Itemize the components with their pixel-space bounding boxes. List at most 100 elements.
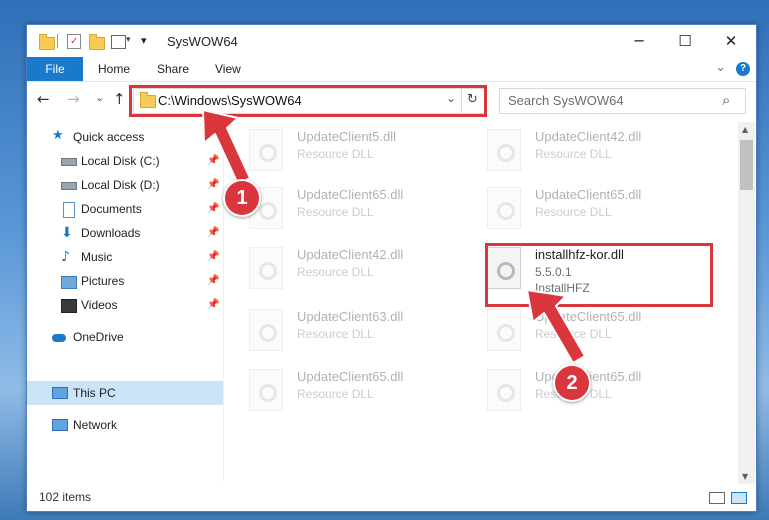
pin-icon[interactable]: 📌 [207, 293, 219, 317]
computer-icon [52, 387, 68, 399]
documents-icon [63, 202, 75, 218]
file-type: Resource DLL [535, 327, 612, 341]
sidebar-item-label: OneDrive [73, 330, 124, 344]
help-icon[interactable]: ? [736, 62, 750, 76]
sidebar-item-label: Documents [81, 202, 142, 216]
file-item[interactable]: UpdateClient65.dll Resource DLL [479, 183, 709, 239]
dll-file-icon [487, 129, 521, 171]
explorer-window: ✓ ▾ ▾ SysWOW64 ─ ☐ ✕ File Home Share Vie… [26, 24, 757, 512]
file-name: UpdateClient65.dll [297, 369, 404, 384]
new-folder-icon[interactable] [89, 34, 105, 50]
downloads-icon: ⬇ [61, 225, 73, 241]
cloud-icon [52, 334, 66, 342]
file-name: UpdateClient65.dll [297, 187, 404, 202]
sidebar-item-pictures[interactable]: Pictures 📌 [27, 269, 223, 293]
search-icon[interactable]: ⌕ [722, 91, 730, 109]
item-count: 102 items [39, 490, 92, 504]
window-title: SysWOW64 [167, 34, 238, 49]
sidebar-item-local-disk-d[interactable]: Local Disk (D:) 📌 [27, 173, 223, 197]
tab-file[interactable]: File [27, 57, 83, 81]
pin-icon[interactable]: 📌 [207, 197, 219, 221]
search-placeholder: Search SysWOW64 [508, 93, 624, 108]
close-button[interactable]: ✕ [708, 25, 754, 57]
quick-access-menu-icon[interactable]: ▾ [141, 34, 147, 47]
file-name: UpdateClient63.dll [297, 309, 404, 324]
drive-icon [61, 182, 77, 190]
file-type: Resource DLL [297, 327, 374, 341]
sidebar-item-label: Local Disk (C:) [81, 154, 160, 168]
sidebar-item-downloads[interactable]: ⬇ Downloads 📌 [27, 221, 223, 245]
ribbon: File Home Share View ⌄ ? [27, 57, 756, 82]
navigation-bar: ← → ⌄ ↑ C:\Windows\SysWOW64 ⌄ ↻ Search S… [27, 82, 756, 118]
maximize-button[interactable]: ☐ [662, 25, 708, 57]
step-badge-1: 1 [223, 179, 261, 217]
divider [57, 34, 58, 48]
pin-icon[interactable]: 📌 [207, 173, 219, 197]
sidebar-item-label: Videos [81, 298, 118, 312]
sidebar-item-label: Downloads [81, 226, 141, 240]
tab-home[interactable]: Home [98, 57, 130, 81]
dll-file-icon [487, 309, 521, 351]
scroll-down-icon[interactable]: ▼ [742, 472, 748, 481]
up-icon[interactable]: ↑ [113, 90, 126, 108]
dropdown-icon[interactable]: ▾ [126, 35, 131, 45]
dll-file-icon [487, 187, 521, 229]
expand-ribbon-icon[interactable]: ⌄ [715, 60, 726, 75]
file-item[interactable]: UpdateClient65.dll Resource DLL [479, 305, 709, 361]
file-type: Resource DLL [297, 147, 374, 161]
folder-icon [39, 34, 55, 50]
sidebar-item-music[interactable]: ♪ Music 📌 [27, 245, 223, 269]
sidebar-item-label: Local Disk (D:) [81, 178, 160, 192]
dll-file-icon [249, 309, 283, 351]
scroll-thumb[interactable] [740, 140, 753, 190]
pin-icon[interactable]: 📌 [207, 245, 219, 269]
tab-view[interactable]: View [215, 57, 241, 81]
customize-icon[interactable] [111, 35, 126, 49]
navigation-pane: ★ Quick access Local Disk (C:) 📌 Local D… [27, 122, 223, 482]
sidebar-item-this-pc[interactable]: This PC [27, 381, 223, 405]
address-highlight-box [129, 85, 487, 117]
sidebar-item-quick-access[interactable]: ★ Quick access [27, 125, 223, 149]
sidebar-item-documents[interactable]: Documents 📌 [27, 197, 223, 221]
file-item[interactable]: UpdateClient63.dll Resource DLL [241, 305, 471, 361]
pane-splitter[interactable] [223, 122, 224, 482]
drive-icon [61, 158, 77, 166]
sidebar-item-label: Network [73, 418, 118, 432]
pin-icon[interactable]: 📌 [207, 149, 219, 173]
back-icon[interactable]: ← [37, 90, 50, 108]
file-item[interactable]: UpdateClient42.dll Resource DLL [241, 243, 471, 299]
dll-file-icon [487, 369, 521, 411]
file-item[interactable]: UpdateClient65.dll Resource DLL [241, 365, 471, 421]
file-type: Resource DLL [297, 387, 374, 401]
sidebar-item-videos[interactable]: Videos 📌 [27, 293, 223, 317]
pin-icon[interactable]: 📌 [207, 269, 219, 293]
file-type: Resource DLL [297, 265, 374, 279]
dll-file-icon [249, 247, 283, 289]
forward-icon[interactable]: → [67, 90, 80, 108]
file-name: UpdateClient42.dll [535, 129, 642, 144]
minimize-button[interactable]: ─ [616, 25, 662, 57]
file-name: UpdateClient65.dll [535, 309, 642, 324]
file-item[interactable]: UpdateClient65.dll Resource DLL [479, 365, 709, 421]
recent-locations-icon[interactable]: ⌄ [95, 91, 104, 104]
file-item[interactable]: UpdateClient5.dll Resource DLL [241, 125, 471, 181]
network-icon [52, 419, 68, 431]
tab-share[interactable]: Share [157, 57, 189, 81]
file-name: UpdateClient42.dll [297, 247, 404, 262]
sidebar-item-label: This PC [73, 386, 116, 400]
sidebar-item-onedrive[interactable]: OneDrive [27, 325, 223, 349]
pictures-icon [61, 276, 77, 289]
file-type: Resource DLL [535, 147, 612, 161]
file-item[interactable]: UpdateClient65.dll Resource DLL [241, 183, 471, 239]
pin-icon[interactable]: 📌 [207, 221, 219, 245]
sidebar-item-network[interactable]: Network [27, 413, 223, 437]
large-icons-view-icon[interactable] [731, 492, 747, 504]
sidebar-item-local-disk-c[interactable]: Local Disk (C:) 📌 [27, 149, 223, 173]
search-box[interactable]: Search SysWOW64 ⌕ [499, 88, 746, 114]
videos-icon [61, 299, 77, 313]
details-view-icon[interactable] [709, 492, 725, 504]
properties-icon[interactable]: ✓ [67, 34, 81, 49]
file-item[interactable]: UpdateClient42.dll Resource DLL [479, 125, 709, 181]
vertical-scrollbar[interactable]: ▲ ▼ [738, 122, 755, 484]
scroll-up-icon[interactable]: ▲ [742, 125, 748, 134]
